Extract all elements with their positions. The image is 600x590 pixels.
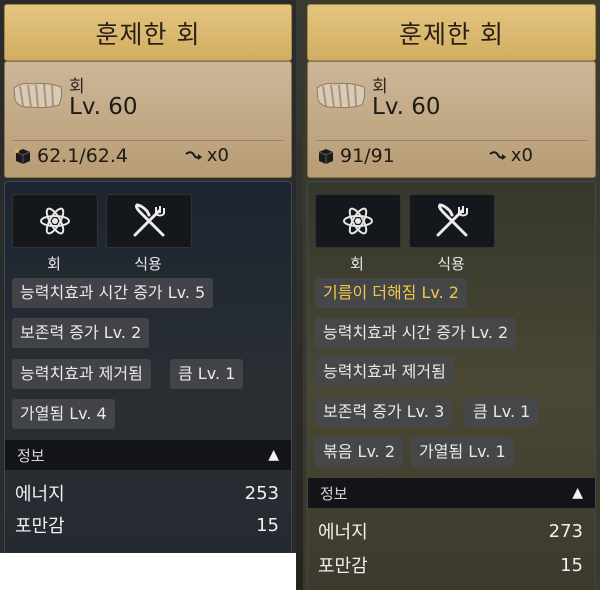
fork-knife-icon [436,203,468,237]
effect-chip[interactable]: 큼 Lv. 1 [170,359,244,389]
info-row-energy: 에너지 273 [318,517,583,545]
box-icon [318,149,334,164]
info-row-satiety: 포만감 15 [318,551,583,579]
item-level: Lv. 60 [69,94,138,120]
effect-chip[interactable]: 능력치효과 제거됨 [315,357,454,387]
info-row-energy: 에너지 253 [15,479,279,507]
panel-divider [296,0,303,590]
category-label-edible: 식용 [437,255,465,273]
item-title: 훈제한 회 [4,4,292,61]
arrow-icon [185,150,202,160]
effect-chip-highlighted[interactable]: 기름이 더해짐 Lv. 2 [315,278,467,308]
triangle-up-icon[interactable]: ▲ [572,485,583,501]
fish-meat-icon [13,82,63,109]
item-title: 훈제한 회 [307,4,596,61]
effects-area: 회 식용 능력치효과 시간 증가 Lv. 5 보존력 증가 Lv. 2 능력치효… [4,181,292,553]
weight-row: 91/91 x0 [316,140,587,171]
effect-chip[interactable]: 큼 Lv. 1 [465,397,539,427]
item-header-card: 회 Lv. 60 62.1/62.4 x0 [4,61,292,178]
item-tooltip-left: 훈제한 회 회 Lv. 60 62.1/62.4 x0 회 식용 능력치효과 시… [0,0,296,553]
effect-chip[interactable]: 가열됨 Lv. 4 [12,399,115,429]
atom-icon [343,207,373,235]
category-label-edible: 식용 [134,255,162,273]
arrow-count-value: x0 [510,145,533,166]
info-label: 포만감 [15,516,65,537]
weight-value: 62.1/62.4 [37,145,129,167]
item-tooltip-right: 훈제한 회 회 Lv. 60 91/91 x0 회 식용 기름이 더해짐 Lv.… [303,0,600,590]
category-tile-sashimi[interactable] [12,194,98,248]
category-label-sashimi: 회 [47,255,61,273]
info-section-header[interactable]: 정보 ▲ [308,478,595,508]
info-section-title: 정보 [17,446,45,465]
box-icon [15,149,31,164]
info-value: 273 [548,520,583,542]
category-tile-edible[interactable] [106,194,192,248]
info-label: 포만감 [318,556,368,577]
effect-chip[interactable]: 능력치효과 시간 증가 Lv. 5 [12,278,214,308]
info-section-title: 정보 [320,484,348,503]
fork-knife-icon [133,203,165,237]
info-label: 에너지 [318,522,368,543]
info-label: 에너지 [15,484,65,505]
info-value: 15 [256,514,279,536]
weight-row: 62.1/62.4 x0 [13,140,283,171]
effect-chip[interactable]: 능력치효과 시간 증가 Lv. 2 [315,318,517,348]
arrow-count: x0 [185,145,229,166]
category-label-sashimi: 회 [350,255,364,273]
triangle-up-icon[interactable]: ▲ [268,447,279,463]
arrow-count: x0 [489,145,533,166]
category-tile-edible[interactable] [409,194,495,248]
weight-value: 91/91 [340,145,395,167]
effects-area: 회 식용 기름이 더해짐 Lv. 2 능력치효과 시간 증가 Lv. 2 능력치… [307,181,596,590]
info-section-header[interactable]: 정보 ▲ [5,440,291,470]
fish-meat-icon [316,82,366,109]
effect-chip[interactable]: 가열됨 Lv. 1 [411,437,514,467]
effect-chip[interactable]: 보존력 증가 Lv. 2 [12,318,150,348]
arrow-count-value: x0 [206,145,229,166]
item-level: Lv. 60 [372,94,441,120]
effect-chip[interactable]: 능력치효과 제거됨 [12,359,151,389]
info-row-satiety: 포만감 15 [15,511,279,539]
arrow-icon [489,150,506,160]
info-value: 253 [244,482,279,504]
category-tile-sashimi[interactable] [315,194,401,248]
info-value: 15 [560,554,583,576]
effect-chip[interactable]: 보존력 증가 Lv. 3 [315,397,453,427]
item-header-card: 회 Lv. 60 91/91 x0 [307,61,596,178]
effect-chip[interactable]: 볶음 Lv. 2 [315,437,404,467]
atom-icon [40,207,70,235]
